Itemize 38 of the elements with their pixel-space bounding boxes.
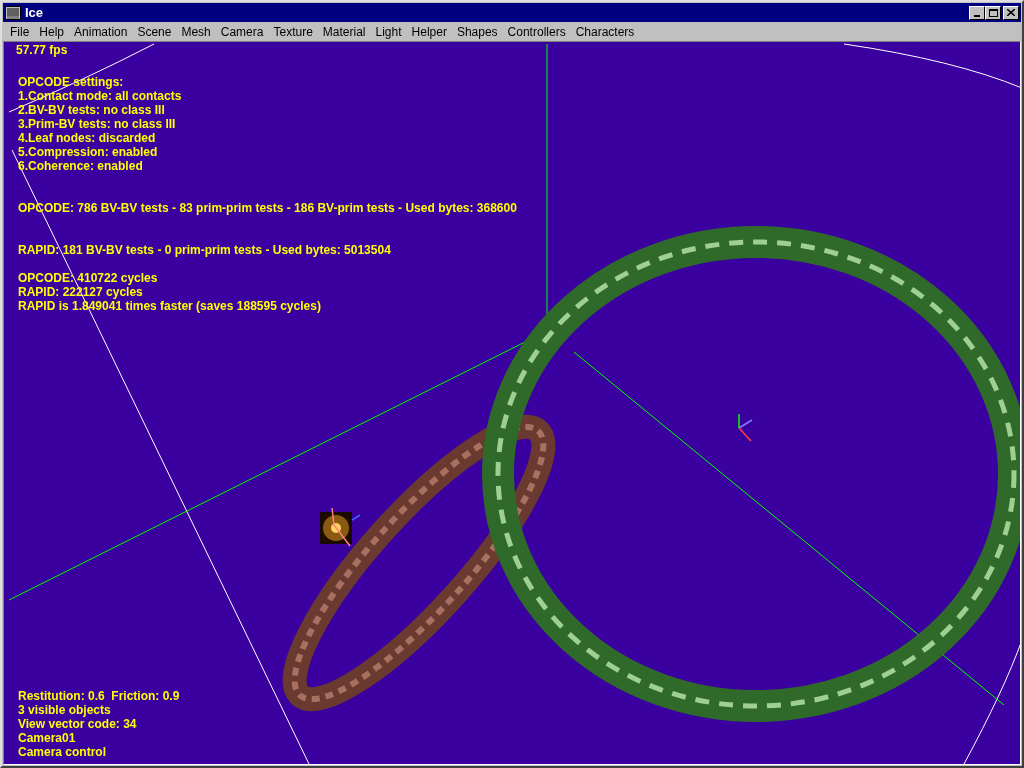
status-line: Restitution: 0.6 Friction: 0.9 [18,689,181,703]
menu-item[interactable]: Controllers [502,22,571,41]
maximize-button[interactable] [985,5,1001,20]
status-line: Camera control [18,745,108,759]
settings-line: 4.Leaf nodes: discarded [18,131,157,145]
settings-line: 3.Prim-BV tests: no class III [18,117,177,131]
fps-counter: 57.77 fps [15,43,69,57]
timing-line: OPCODE: 410722 cycles [18,271,159,285]
minimize-button[interactable] [969,5,985,20]
status-line: 3 visible objects [18,703,112,717]
maximize-icon [988,8,998,17]
timing-line: RAPID: 222127 cycles [18,285,144,299]
light-gizmo-icon [320,507,361,547]
menu-item[interactable]: Scene [132,22,177,41]
menu-item[interactable]: Help [34,22,70,41]
settings-line: OPCODE settings: [18,75,125,89]
settings-line: 5.Compression: enabled [18,145,159,159]
status-line: View vector code: 34 [18,717,138,731]
close-button[interactable] [1003,5,1019,20]
settings-line: 6.Coherence: enabled [18,159,144,173]
settings-line: 2.BV-BV tests: no class III [18,103,166,117]
status-line: Camera01 [18,731,77,745]
close-icon [1007,9,1015,16]
menu-item[interactable]: Characters [570,22,640,41]
window-title: Ice [25,3,45,22]
menu-item[interactable]: Material [317,22,371,41]
menu-item[interactable]: Shapes [451,22,503,41]
menu-item[interactable]: Animation [69,22,133,41]
menu-item[interactable]: Camera [215,22,269,41]
menu-item[interactable]: Texture [268,22,318,41]
minimize-icon [974,14,980,17]
menu-item[interactable]: Mesh [176,22,216,41]
menu-item[interactable]: File [5,22,35,41]
menu-item[interactable]: Helper [406,22,452,41]
axis-gizmo-icon [738,413,753,442]
app-icon [5,5,21,20]
stats-text: RAPID: 181 BV-BV tests - 0 prim-prim tests - Used bytes: 5013504 [17,243,392,257]
menu-item[interactable]: Light [370,22,407,41]
